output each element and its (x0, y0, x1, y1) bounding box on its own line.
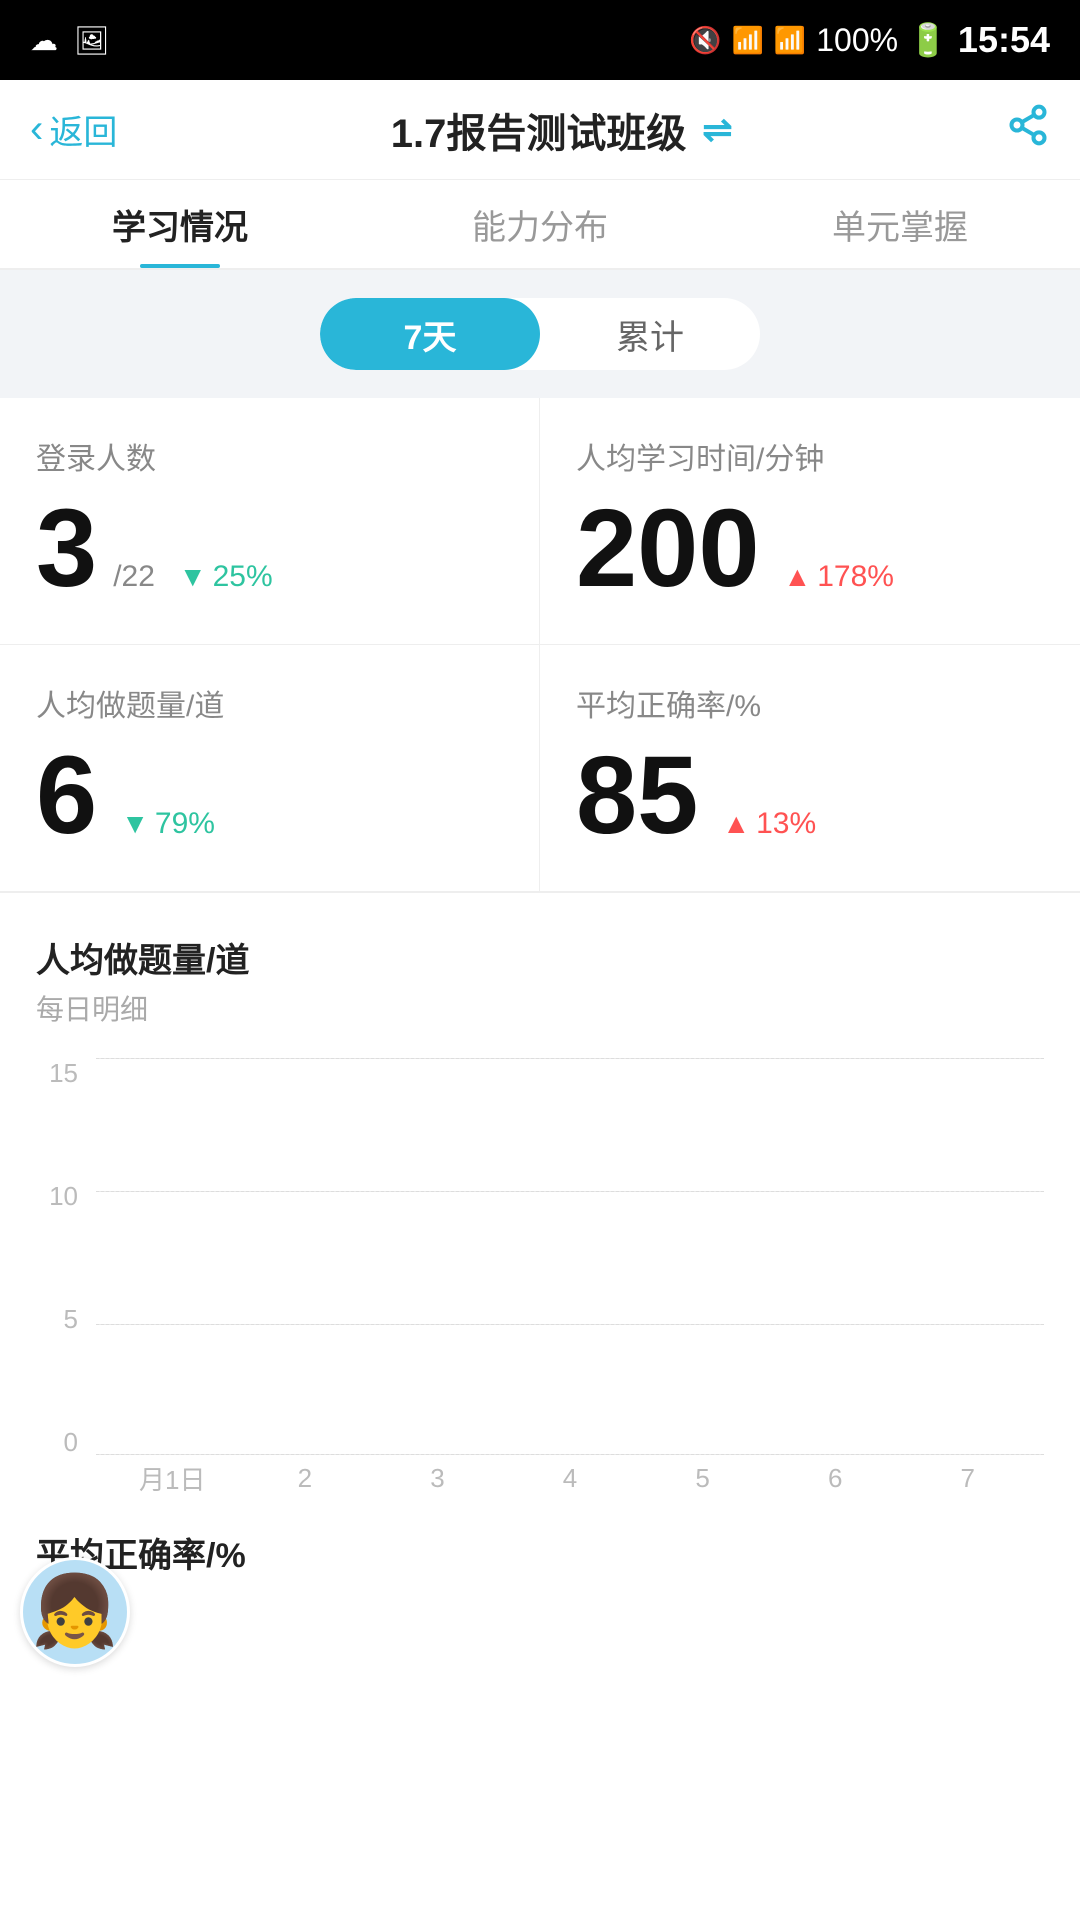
title-text: 1.7报告测试班级 (391, 101, 687, 159)
chart-section: 人均做题量/道 每日明细 15 10 5 0 月1日 2 3 4 5 (0, 893, 1080, 1518)
stat-login-values: 3 /22 ▼ 25% (36, 494, 503, 604)
stats-grid: 登录人数 3 /22 ▼ 25% 人均学习时间/分钟 200 ▲ 178% 人均… (0, 398, 1080, 893)
stat-questions-values: 6 ▼ 79% (36, 741, 503, 851)
status-left: ☁ 🖼 (30, 24, 110, 57)
stat-study-values: 200 ▲ 178% (576, 494, 1044, 604)
stat-login-label: 登录人数 (36, 434, 503, 478)
stat-study-pct: 178% (817, 560, 894, 594)
battery-icon: 🔋 (908, 21, 948, 59)
stat-login-trend: ▼ 25% (179, 560, 273, 594)
stat-login-count: 登录人数 3 /22 ▼ 25% (0, 398, 540, 645)
stat-login-main: 3 (36, 494, 97, 604)
stat-login-sub: /22 (113, 560, 155, 594)
stat-questions-trend: ▼ 79% (121, 807, 215, 841)
y-label-10: 10 (49, 1181, 78, 1212)
stat-accuracy-pct: 13% (756, 807, 816, 841)
back-arrow-icon: ‹ (30, 107, 43, 152)
trend-down-icon2: ▼ (121, 808, 149, 840)
y-label-0: 0 (64, 1427, 78, 1458)
stat-avg-accuracy: 平均正确率/% 85 ▲ 13% (540, 645, 1080, 892)
stat-study-trend: ▲ 178% (784, 560, 894, 594)
stat-avg-study: 人均学习时间/分钟 200 ▲ 178% (540, 398, 1080, 645)
back-label: 返回 (49, 105, 117, 154)
chart-title: 人均做题量/道 (36, 933, 1044, 982)
trend-up-icon: ▲ (784, 561, 812, 593)
x-label-6: 6 (769, 1463, 902, 1494)
stat-questions-pct: 79% (155, 807, 215, 841)
toggle-cumulative[interactable]: 累计 (540, 298, 760, 370)
status-right: 🔇 📶 📶 100% 🔋 15:54 (689, 19, 1050, 61)
back-button[interactable]: ‹ 返回 (30, 105, 117, 154)
tabs-bar: 学习情况 能力分布 单元掌握 (0, 180, 1080, 270)
toggle-7days[interactable]: 7天 (320, 298, 540, 370)
stat-study-label: 人均学习时间/分钟 (576, 434, 1044, 478)
y-label-5: 5 (64, 1304, 78, 1335)
battery-label: 100% (816, 22, 898, 59)
image-icon: 🖼 (74, 24, 110, 57)
stat-accuracy-values: 85 ▲ 13% (576, 741, 1044, 851)
page-title: 1.7报告测试班级 ⇌ (391, 101, 733, 159)
chart-plot (96, 1058, 1044, 1458)
bottom-area: 平均正确率/% 👧 (0, 1518, 1080, 1667)
chart-x-axis: 月1日 2 3 4 5 6 7 (96, 1458, 1044, 1498)
wifi-icon: 📶 (731, 25, 763, 56)
trend-up-icon2: ▲ (722, 808, 750, 840)
chart-y-axis: 15 10 5 0 (36, 1058, 86, 1458)
stat-study-main: 200 (576, 494, 760, 604)
x-label-2: 2 (239, 1463, 372, 1494)
x-label-5: 5 (636, 1463, 769, 1494)
tab-study[interactable]: 学习情况 (0, 180, 360, 268)
trend-down-icon: ▼ (179, 561, 207, 593)
tab-ability[interactable]: 能力分布 (360, 180, 720, 268)
chart-area: 15 10 5 0 月1日 2 3 4 5 6 7 (36, 1058, 1044, 1498)
status-bar: ☁ 🖼 🔇 📶 📶 100% 🔋 15:54 (0, 0, 1080, 80)
bottom-chart-label: 平均正确率/% (0, 1518, 1080, 1577)
stat-avg-questions: 人均做题量/道 6 ▼ 79% (0, 645, 540, 892)
header: ‹ 返回 1.7报告测试班级 ⇌ (0, 80, 1080, 180)
stat-accuracy-main: 85 (576, 741, 698, 851)
stat-accuracy-trend: ▲ 13% (722, 807, 816, 841)
bars-container (96, 1058, 1044, 1458)
mute-icon: 🔇 (689, 25, 721, 56)
toggle-group: 7天 累计 (320, 298, 760, 370)
avatar-emoji: 👧 (31, 1571, 118, 1653)
period-toggle-section: 7天 累计 (0, 270, 1080, 398)
x-label-3: 3 (371, 1463, 504, 1494)
share-button[interactable] (1006, 103, 1050, 156)
stat-questions-main: 6 (36, 741, 97, 851)
x-label-7: 7 (901, 1463, 1034, 1494)
shuffle-icon[interactable]: ⇌ (702, 109, 732, 151)
x-label-1: 月1日 (106, 1460, 239, 1497)
stat-login-pct: 25% (213, 560, 273, 594)
stat-questions-label: 人均做题量/道 (36, 681, 503, 725)
avatar: 👧 (20, 1557, 130, 1667)
y-label-15: 15 (49, 1058, 78, 1089)
clock: 15:54 (958, 19, 1050, 61)
x-label-4: 4 (504, 1463, 637, 1494)
tab-unit[interactable]: 单元掌握 (720, 180, 1080, 268)
stat-accuracy-label: 平均正确率/% (576, 681, 1044, 725)
cloud-icon: ☁ (30, 24, 58, 57)
chart-subtitle: 每日明细 (36, 988, 1044, 1028)
signal-icon: 📶 (774, 25, 806, 56)
